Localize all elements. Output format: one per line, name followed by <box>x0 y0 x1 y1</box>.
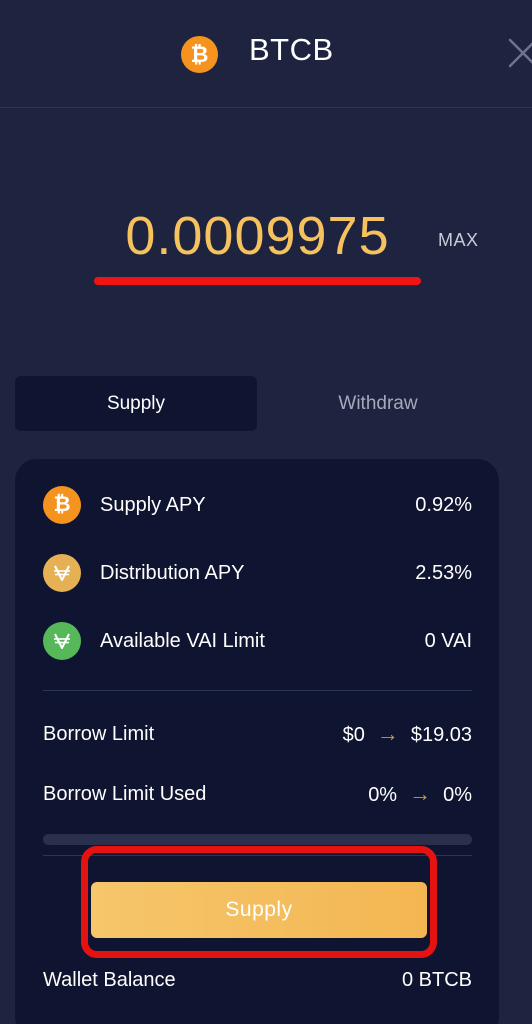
borrow-limit-used-value: 0% → 0% <box>368 781 472 807</box>
borrow-limit-used-label: Borrow Limit Used <box>43 782 207 805</box>
supply-apy-label: Supply APY <box>100 493 206 516</box>
vai-limit-value: 0 VAI <box>424 629 472 652</box>
borrow-limit-label: Borrow Limit <box>43 722 155 745</box>
distribution-apy-value: 2.53% <box>415 561 472 584</box>
borrow-limit-used-from: 0% <box>368 784 398 806</box>
bitcoin-icon: ₿ <box>43 486 81 524</box>
borrow-limit-used-to: 0% <box>443 784 472 806</box>
bitcoin-icon: ₿ <box>181 36 218 73</box>
close-icon[interactable] <box>506 36 532 70</box>
close-icon-glyph <box>508 38 532 68</box>
tab-supply[interactable]: Supply <box>15 376 257 431</box>
arrow-right-icon: → <box>409 781 432 806</box>
asset-title: BTCB <box>249 32 334 67</box>
max-button[interactable]: MAX <box>438 230 479 251</box>
vai-limit-row: Available VAI Limit 0 VAI <box>43 622 472 660</box>
supply-modal: ₿ BTCB 0.0009975 MAX Supply Withdraw ₿ S… <box>0 0 532 1024</box>
borrow-limit-to: $19.03 <box>410 724 472 746</box>
modal-header: ₿ BTCB <box>0 0 532 108</box>
tab-withdraw[interactable]: Withdraw <box>257 376 499 431</box>
venus-icon <box>43 554 81 592</box>
borrow-limit-from: $0 <box>342 724 365 746</box>
borrow-limit-row: Borrow Limit $0 → $19.03 <box>43 716 472 752</box>
borrow-limit-used-row: Borrow Limit Used 0% → 0% <box>43 776 472 812</box>
arrow-right-icon: → <box>376 721 399 746</box>
wallet-balance-row: Wallet Balance 0 BTCB <box>43 962 472 998</box>
supply-apy-row: ₿ Supply APY 0.92% <box>43 486 472 524</box>
supply-apy-value: 0.92% <box>415 493 472 516</box>
vai-limit-label: Available VAI Limit <box>100 629 265 652</box>
distribution-apy-row: Distribution APY 2.53% <box>43 554 472 592</box>
borrow-limit-progress-bar <box>43 834 472 845</box>
amount-input[interactable]: 0.0009975 <box>95 205 420 267</box>
wallet-balance-value: 0 BTCB <box>401 968 472 991</box>
distribution-apy-label: Distribution APY <box>100 561 245 584</box>
wallet-balance-label: Wallet Balance <box>43 968 176 991</box>
vai-icon <box>43 622 81 660</box>
divider <box>43 690 472 691</box>
borrow-limit-value: $0 → $19.03 <box>343 721 472 747</box>
supply-button[interactable]: Supply <box>91 882 427 938</box>
amount-highlight-underline <box>94 277 421 285</box>
